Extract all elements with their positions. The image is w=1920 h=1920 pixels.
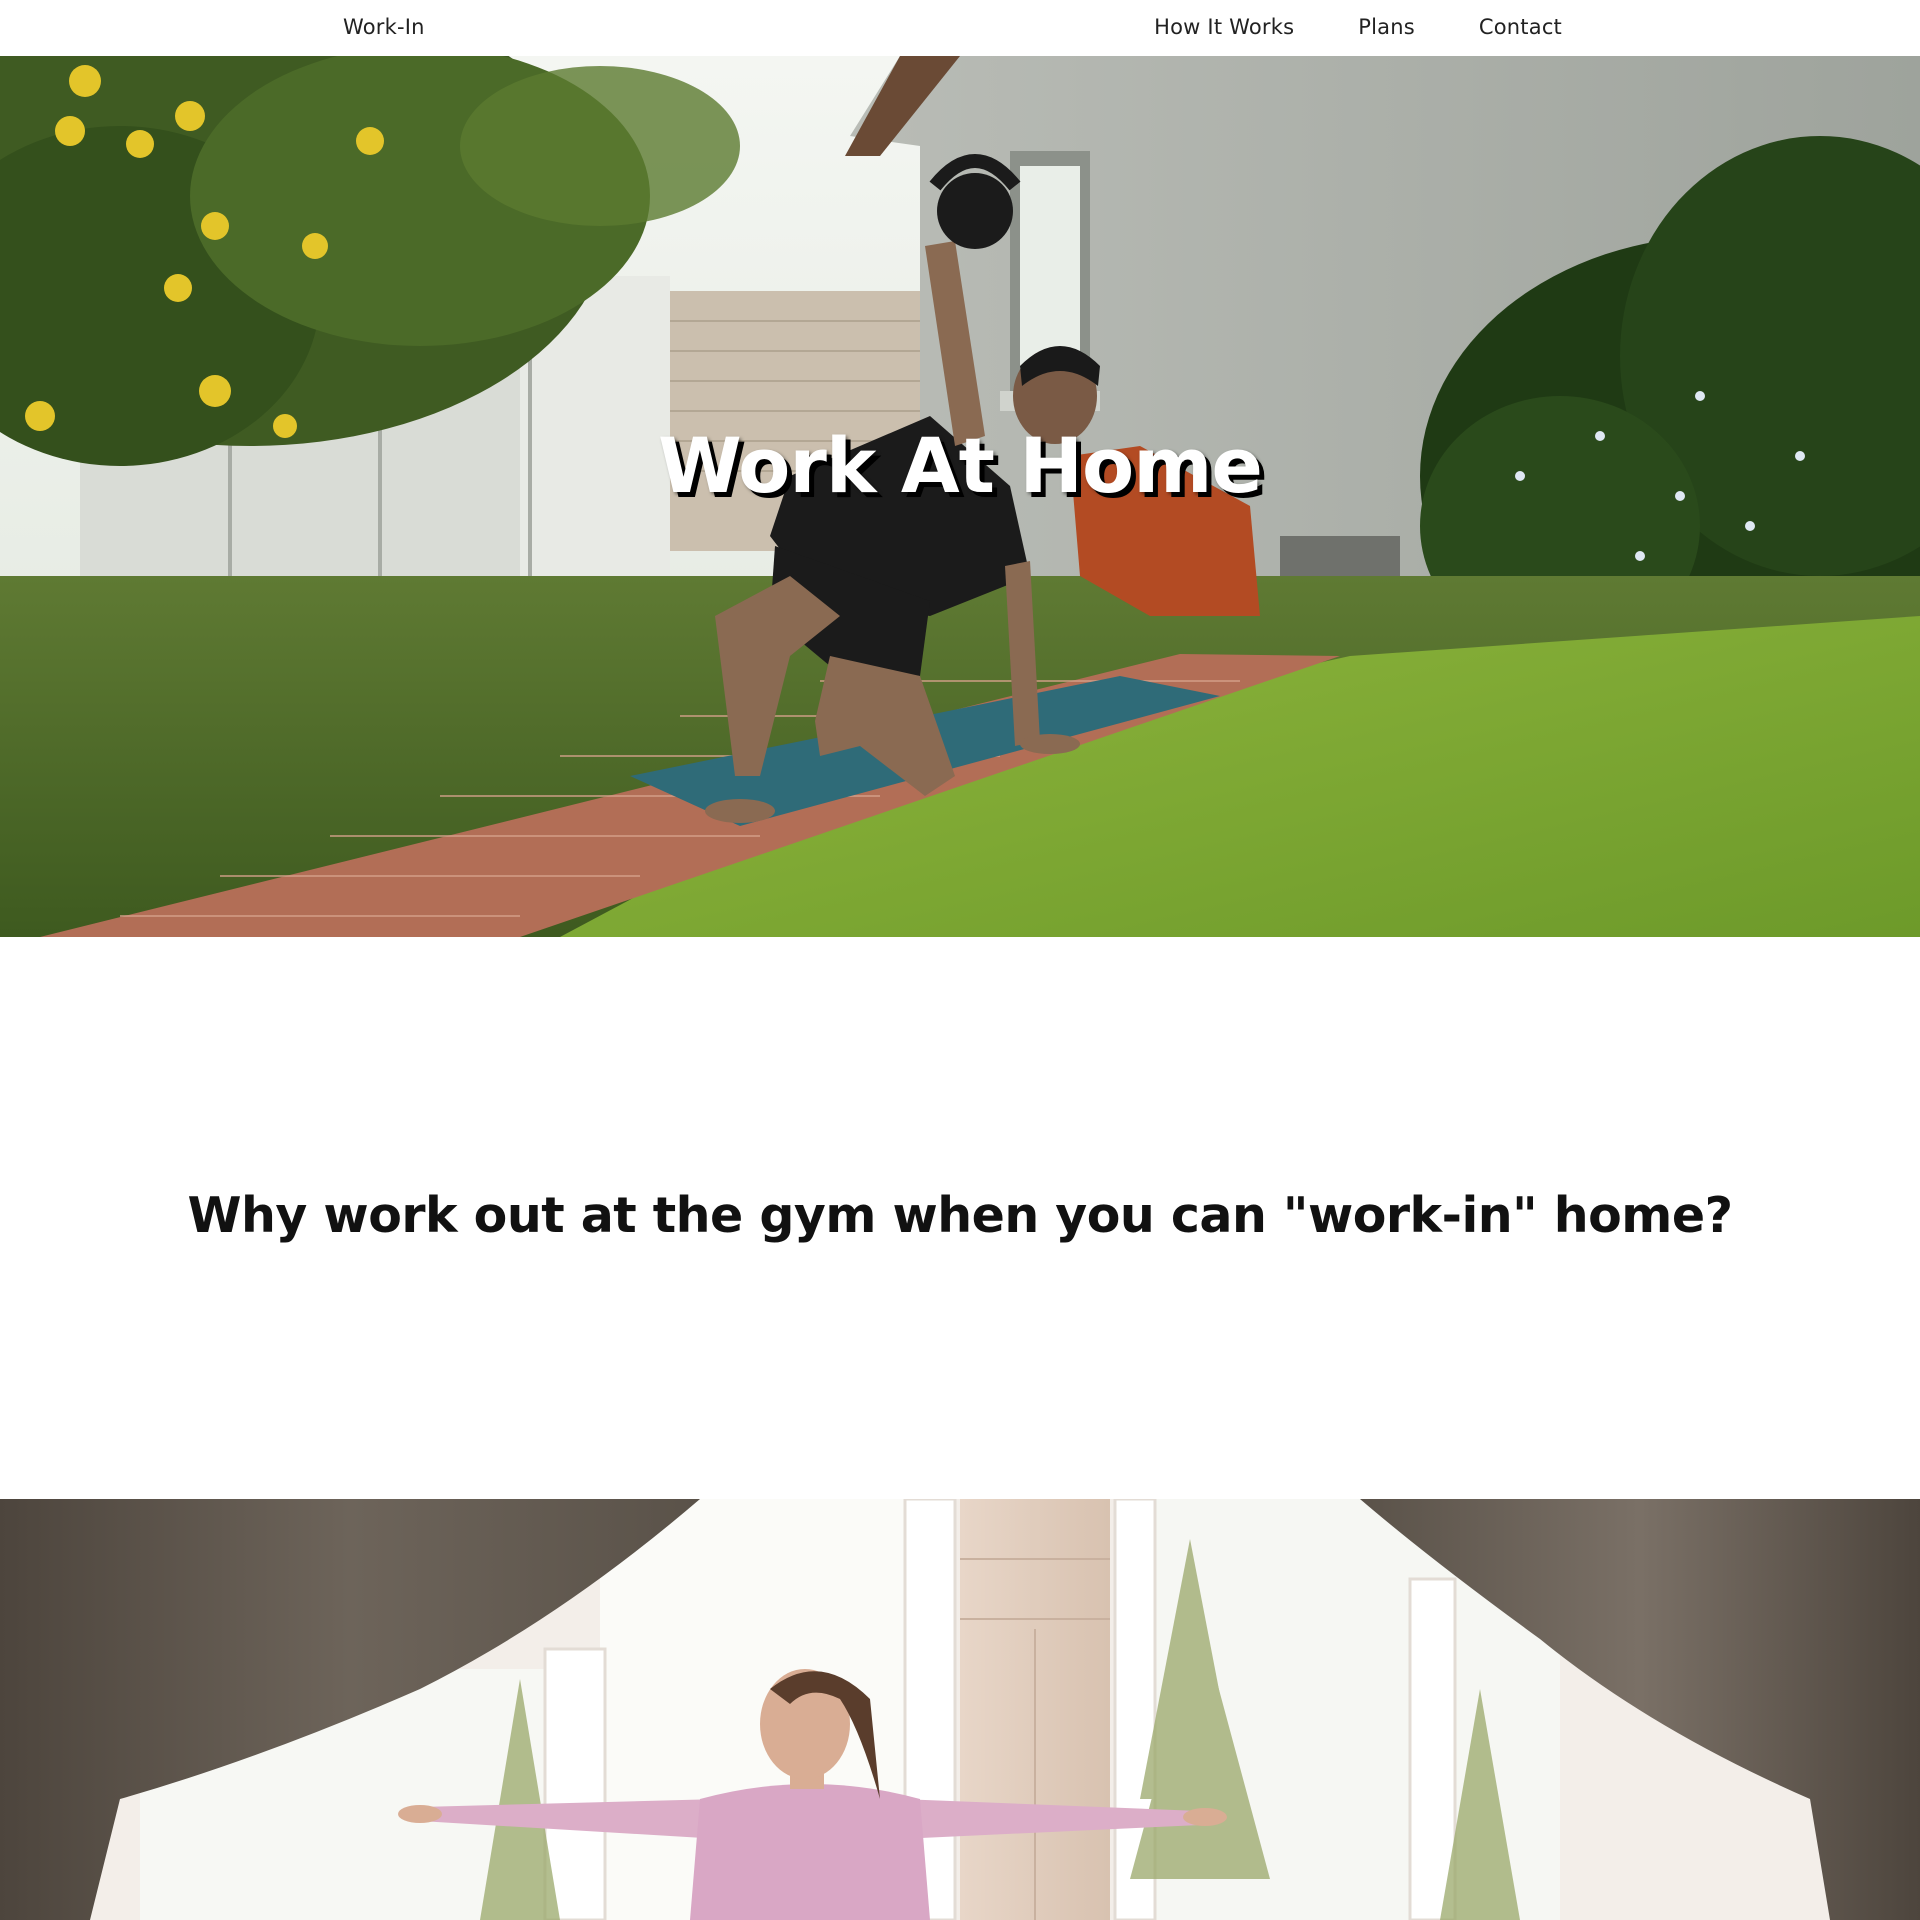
nav-link-contact[interactable]: Contact [1479, 15, 1562, 39]
nav-link-plans[interactable]: Plans [1358, 15, 1415, 39]
nav-links: How It Works Plans Contact [1154, 15, 1562, 39]
brand-logo-link[interactable]: Work-In [343, 15, 425, 39]
hero-title: Work At Home [658, 421, 1263, 510]
indoor-photo-section [0, 1499, 1920, 1920]
intro-section: Why work out at the gym when you can "wo… [0, 937, 1920, 1499]
hero-section: Work At Home [0, 56, 1920, 937]
intro-heading: Why work out at the gym when you can "wo… [187, 1187, 1734, 1244]
nav-link-how-it-works[interactable]: How It Works [1154, 15, 1294, 39]
indoor-yoga-photo [0, 1499, 1920, 1920]
top-navbar: Work-In How It Works Plans Contact [0, 0, 1920, 56]
